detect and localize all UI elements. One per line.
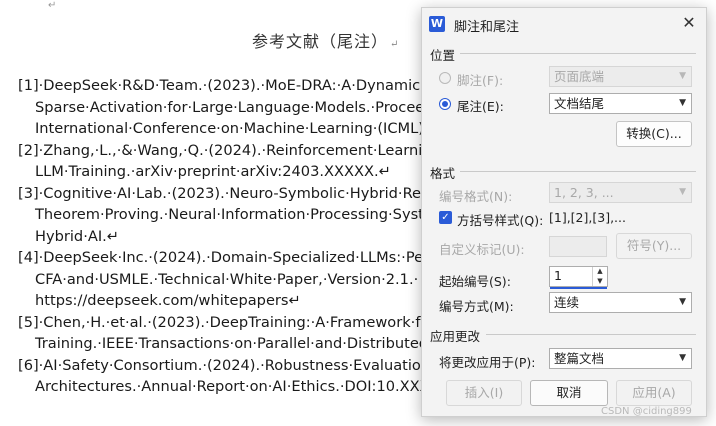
number-format-value: 1, 2, 3, ...: [554, 185, 614, 200]
start-number-label: 起始编号(S):: [439, 274, 511, 289]
reference-line: CFA·and·USMLE.·Technical·White·Paper,·Ve…: [35, 270, 419, 288]
caret-up-icon[interactable]: ▲: [593, 267, 607, 277]
footnote-label: 脚注(F):: [457, 73, 504, 88]
endnote-radio[interactable]: [439, 98, 451, 110]
footnote-position-value: 页面底端: [554, 69, 605, 84]
reference-item: [2]·Zhang,·L.,·&·Wang,·Q.·(2024).·Reinfo…: [18, 140, 441, 183]
square-bracket-checkbox[interactable]: ✓: [439, 211, 452, 224]
close-icon[interactable]: ✕: [678, 12, 700, 34]
reference-line: [1]·DeepSeek·R&D·Team.·(2023).·MoE-DRA:·…: [18, 77, 444, 94]
square-bracket-label: 方括号样式(Q):: [457, 213, 544, 228]
section-divider: [486, 334, 696, 335]
numbering-select[interactable]: 连续 ▼: [549, 292, 692, 313]
cancel-button[interactable]: 取消: [530, 380, 608, 406]
endnote-position-value: 文档结尾: [554, 96, 605, 111]
custom-mark-label: 自定义标记(U):: [439, 242, 525, 257]
reference-line: [2]·Zhang,·L.,·&·Wang,·Q.·(2024).·Reinfo…: [18, 141, 441, 159]
reference-line: LLM·Training.·arXiv·preprint·arXiv:2403.…: [35, 163, 391, 180]
apply-button[interactable]: 应用(A): [616, 380, 692, 406]
start-number-value: 1: [554, 268, 562, 283]
reference-line: [6]·AI·Safety·Consortium.·(2024).·Robust…: [18, 356, 444, 374]
chevron-down-icon: ▼: [679, 71, 686, 81]
symbol-button[interactable]: 符号(Y)...: [616, 233, 692, 259]
title-text: 参考文献（尾注）: [252, 32, 389, 51]
reference-line: International·Conference·on·Machine·Lear…: [35, 120, 429, 137]
section-divider: [460, 53, 696, 54]
chevron-down-icon: ▼: [679, 353, 686, 363]
section-divider: [460, 171, 696, 172]
reference-line: [3]·Cognitive·AI·Lab.·(2023).·Neuro-Symb…: [18, 184, 447, 202]
dialog-title-bar[interactable]: W 脚注和尾注 ✕: [422, 8, 706, 38]
number-format-select[interactable]: 1, 2, 3, ... ▼: [549, 182, 692, 203]
convert-button[interactable]: 转换(C)...: [616, 121, 692, 147]
numbering-value: 连续: [554, 295, 580, 310]
section-position: 位置: [430, 48, 456, 63]
number-format-label: 编号格式(N):: [439, 189, 513, 204]
reference-line: Sparse·Activation·for·Large·Language·Mod…: [35, 98, 438, 116]
page-title: 参考文献（尾注） ↵: [252, 28, 399, 52]
reference-item: [5]·Chen,·H.·et·al.·(2023).·DeepTraining…: [18, 312, 442, 355]
endnote-label: 尾注(E):: [457, 99, 504, 114]
start-number-stepper[interactable]: 1 ▲ ▼: [549, 266, 608, 289]
section-format: 格式: [430, 166, 456, 181]
reference-line: Training.·IEEE·Transactions·on·Parallel·…: [35, 335, 442, 352]
caret-down-icon[interactable]: ▼: [593, 277, 607, 287]
reference-line: https://deepseek.com/whitepapers↵: [35, 292, 301, 309]
reference-item: [4]·DeepSeek·Inc.·(2024).·Domain-Special…: [18, 247, 444, 312]
section-apply: 应用更改: [430, 329, 481, 344]
reference-line: [4]·DeepSeek·Inc.·(2024).·Domain-Special…: [18, 249, 444, 266]
watermark: CSDN @ciding899: [601, 406, 692, 417]
square-bracket-sample: [1],[2],[3],...: [549, 210, 626, 225]
reference-list: [1]·DeepSeek·R&D·Team.·(2023).·MoE-DRA:·…: [18, 75, 447, 398]
paragraph-mark: ↵: [390, 39, 400, 50]
stepper-buttons: ▲ ▼: [592, 267, 607, 286]
focus-underline: [550, 287, 607, 289]
chevron-down-icon: ▼: [679, 98, 686, 108]
footnote-position-select[interactable]: 页面底端 ▼: [549, 66, 692, 87]
dialog-title: 脚注和尾注: [454, 20, 520, 35]
chevron-down-icon: ▼: [679, 187, 686, 197]
custom-mark-input[interactable]: [549, 236, 607, 257]
insert-button[interactable]: 插入(I): [446, 380, 522, 406]
reference-line: Hybrid·AI.↵: [35, 227, 119, 245]
chevron-down-icon: ▼: [679, 297, 686, 307]
numbering-label: 编号方式(M):: [439, 299, 514, 314]
reference-item: [1]·DeepSeek·R&D·Team.·(2023).·MoE-DRA:·…: [18, 75, 444, 140]
endnote-position-select[interactable]: 文档结尾 ▼: [549, 93, 692, 114]
apply-to-label: 将更改应用于(P):: [439, 355, 536, 370]
reference-line: Architectures.·Annual·Report·on·AI·Ethic…: [35, 378, 440, 395]
footnote-radio[interactable]: [439, 72, 451, 84]
apply-to-value: 整篇文档: [554, 351, 605, 366]
apply-to-select[interactable]: 整篇文档 ▼: [549, 348, 692, 369]
footnote-endnote-dialog: W 脚注和尾注 ✕ 位置 脚注(F): 页面底端 ▼ 尾注(E): 文档结尾 ▼…: [421, 7, 707, 417]
paragraph-mark: ↵: [48, 0, 57, 11]
wps-writer-icon: W: [429, 16, 445, 32]
reference-item: [6]·AI·Safety·Consortium.·(2024).·Robust…: [18, 355, 444, 398]
reference-line: [5]·Chen,·H.·et·al.·(2023).·DeepTraining…: [18, 313, 436, 331]
reference-line: Theorem·Proving.·Neural·Information·Proc…: [35, 206, 433, 223]
reference-item: [3]·Cognitive·AI·Lab.·(2023).·Neuro-Symb…: [18, 183, 447, 248]
